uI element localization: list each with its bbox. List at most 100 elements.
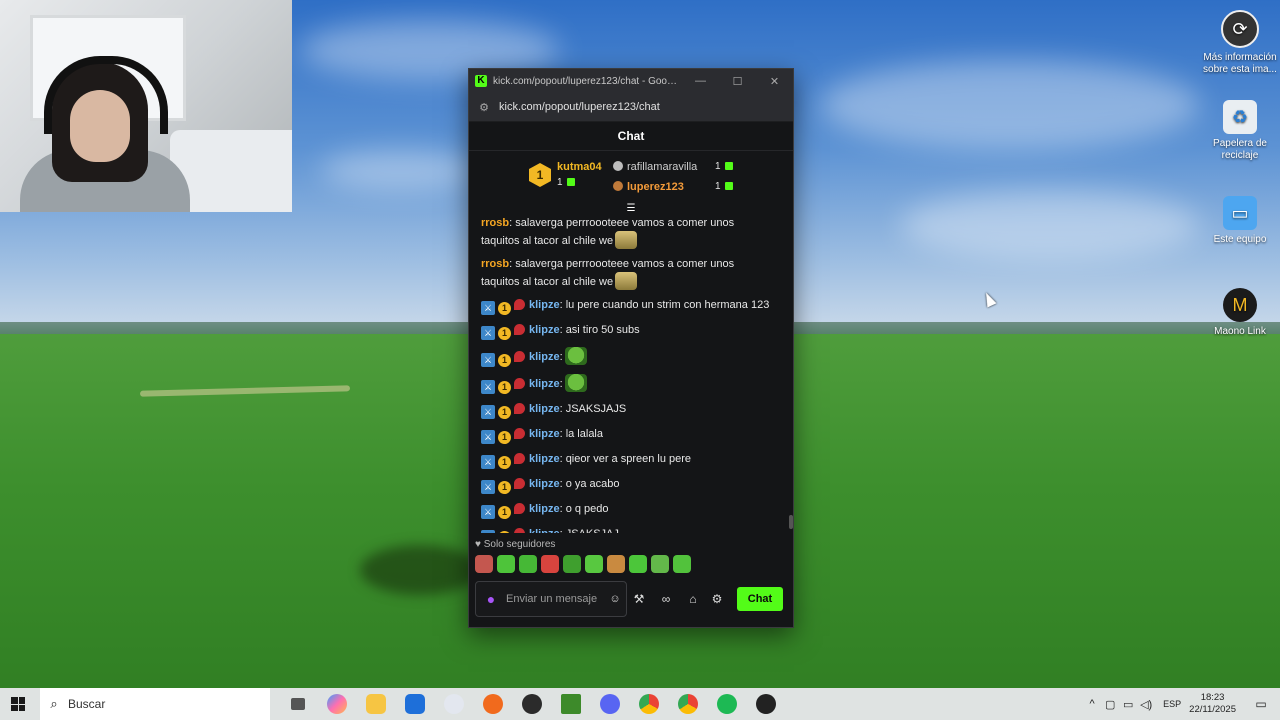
- chat-message: ⚔ 1 klipze:: [469, 374, 785, 394]
- maximize-button[interactable]: ☐: [719, 75, 756, 88]
- desktop-icon-this-pc[interactable]: ▭ Este equipo: [1202, 196, 1278, 246]
- subscriber-badge-icon: 1: [498, 327, 511, 340]
- chat-message: ⚔ 1 klipze: lu pere cuando un strim con he…: [469, 297, 785, 315]
- volume-icon[interactable]: ◁): [1137, 698, 1155, 711]
- chat-message-text: : o q pedo: [559, 503, 609, 515]
- moderator-badge-icon: ⚔: [481, 430, 495, 444]
- emote-button[interactable]: [475, 555, 493, 573]
- emote-button[interactable]: [519, 555, 537, 573]
- spotify-icon: [716, 694, 737, 714]
- chat-messages-list[interactable]: rrosb: salaverga perrroooteee vamos a co…: [469, 215, 785, 533]
- subscriber-badge-icon: 1: [498, 431, 511, 444]
- close-button[interactable]: ✕: [756, 75, 793, 88]
- pinned-toggle-icon[interactable]: ☰: [624, 203, 638, 214]
- discord-button[interactable]: [590, 688, 629, 720]
- gifter-badge-icon: [514, 378, 525, 389]
- chat-username[interactable]: klipze: [529, 378, 560, 390]
- gift-icon: [566, 178, 575, 187]
- language-indicator[interactable]: ESP: [1163, 699, 1181, 709]
- emote-button[interactable]: [651, 555, 669, 573]
- store-icon[interactable]: ⌂: [681, 592, 705, 606]
- leader-third[interactable]: luperez123: [613, 181, 684, 193]
- leader-first-name[interactable]: kutma04: [557, 161, 602, 173]
- chat-message: ⚔1 klipze: JSAKSJAJ: [469, 526, 785, 533]
- wallpaper-cloud: [320, 150, 480, 190]
- gift-icon: [724, 182, 733, 191]
- emote-button[interactable]: [541, 555, 559, 573]
- settings-gear-icon[interactable]: ⚙: [705, 592, 729, 606]
- chat-username[interactable]: klipze: [529, 503, 560, 515]
- emote-button[interactable]: [497, 555, 515, 573]
- desktop-icon-recycle-bin[interactable]: ♻ Papelera de reciclaje: [1202, 100, 1278, 162]
- emote-button[interactable]: [563, 555, 581, 573]
- sign-emote-icon[interactable]: [615, 272, 638, 290]
- minecraft-button[interactable]: [551, 688, 590, 720]
- send-chat-button[interactable]: Chat: [737, 587, 783, 611]
- orange-app-icon: [482, 694, 503, 714]
- microphone-icon[interactable]: ●: [476, 591, 506, 607]
- taskbar-search-box[interactable]: ⌕ Buscar: [40, 688, 270, 720]
- obs-icon: [521, 694, 542, 714]
- chat-username[interactable]: klipze: [529, 403, 560, 415]
- minimize-button[interactable]: —: [682, 75, 719, 87]
- task-view-button[interactable]: [278, 688, 317, 720]
- emote-button[interactable]: [607, 555, 625, 573]
- emote-picker-icon[interactable]: ☺: [604, 593, 626, 605]
- chat-message-text: :: [559, 351, 563, 363]
- emote-button[interactable]: [629, 555, 647, 573]
- chat-username[interactable]: klipze: [529, 528, 560, 533]
- notification-icon[interactable]: ▭: [1248, 697, 1274, 711]
- desktop-icon-maono-link[interactable]: M Maono Link: [1202, 288, 1278, 338]
- leader-second[interactable]: rafillamaravilla: [613, 161, 697, 173]
- app-orange-button[interactable]: [473, 688, 512, 720]
- chrome-icon: [638, 694, 659, 714]
- emote-button[interactable]: [585, 555, 603, 573]
- chat-username[interactable]: klipze: [529, 453, 560, 465]
- obs-button[interactable]: [512, 688, 551, 720]
- chat-scrollbar[interactable]: [789, 515, 793, 529]
- wallpaper-cloud: [820, 60, 1200, 150]
- start-button[interactable]: [0, 688, 36, 720]
- channel-points-icon[interactable]: ∞: [651, 592, 681, 606]
- subscriber-badge-icon: 1: [498, 406, 511, 419]
- chat-title: Chat: [469, 122, 793, 151]
- moderator-badge-icon: ⚔: [481, 530, 495, 533]
- chat-message-input[interactable]: ● Enviar un mensaje ☺: [475, 581, 627, 617]
- taskbar-clock[interactable]: 18:23 22/11/2025: [1189, 692, 1236, 716]
- copilot-button[interactable]: [317, 688, 356, 720]
- chat-username[interactable]: klipze: [529, 351, 560, 363]
- chat-message: ⚔ 1 klipze:: [469, 347, 785, 367]
- address-bar[interactable]: ⚙ kick.com/popout/luperez123/chat: [469, 93, 793, 122]
- chevron-up-icon[interactable]: ^: [1083, 698, 1101, 710]
- microsoft-store-button[interactable]: [395, 688, 434, 720]
- desktop-icon-image-info[interactable]: ⟳ Más información sobre esta ima...: [1202, 10, 1278, 76]
- system-tray: ^ ▢ ▭ ◁) ESP 18:23 22/11/2025 ▭: [1083, 688, 1280, 720]
- pepe-emote-icon[interactable]: [564, 374, 587, 392]
- emote-quick-bar: [475, 555, 691, 573]
- chrome-profile-button[interactable]: [668, 688, 707, 720]
- chat-message: ⚔ 1 klipze: JSAKSJAJS: [469, 401, 785, 419]
- file-explorer-button[interactable]: [356, 688, 395, 720]
- gift-icon: [724, 162, 733, 171]
- network-icon[interactable]: ▭: [1119, 698, 1137, 711]
- chrome-profile-icon: [677, 694, 698, 714]
- chat-username[interactable]: klipze: [529, 428, 560, 440]
- chrome-button[interactable]: [629, 688, 668, 720]
- emote-button[interactable]: [673, 555, 691, 573]
- site-settings-icon[interactable]: ⚙: [469, 101, 499, 114]
- chat-message-text: : JSAKSJAJ: [560, 528, 619, 533]
- chat-username[interactable]: klipze: [529, 324, 560, 336]
- desktop-icon-label: Maono Link: [1214, 326, 1266, 337]
- window-titlebar[interactable]: K kick.com/popout/luperez123/chat - Goog…: [469, 69, 793, 93]
- pepe-emote-icon[interactable]: [564, 347, 587, 365]
- chat-username[interactable]: rrosb: [481, 258, 509, 270]
- spotify-button[interactable]: [707, 688, 746, 720]
- tools-icon[interactable]: ⚒: [627, 592, 651, 606]
- word-button[interactable]: [434, 688, 473, 720]
- app-dark-button[interactable]: [746, 688, 785, 720]
- chat-username[interactable]: klipze: [529, 299, 560, 311]
- chat-username[interactable]: klipze: [529, 478, 560, 490]
- chat-username[interactable]: rrosb: [481, 217, 509, 229]
- device-icon[interactable]: ▢: [1101, 698, 1119, 711]
- sign-emote-icon[interactable]: [615, 231, 638, 249]
